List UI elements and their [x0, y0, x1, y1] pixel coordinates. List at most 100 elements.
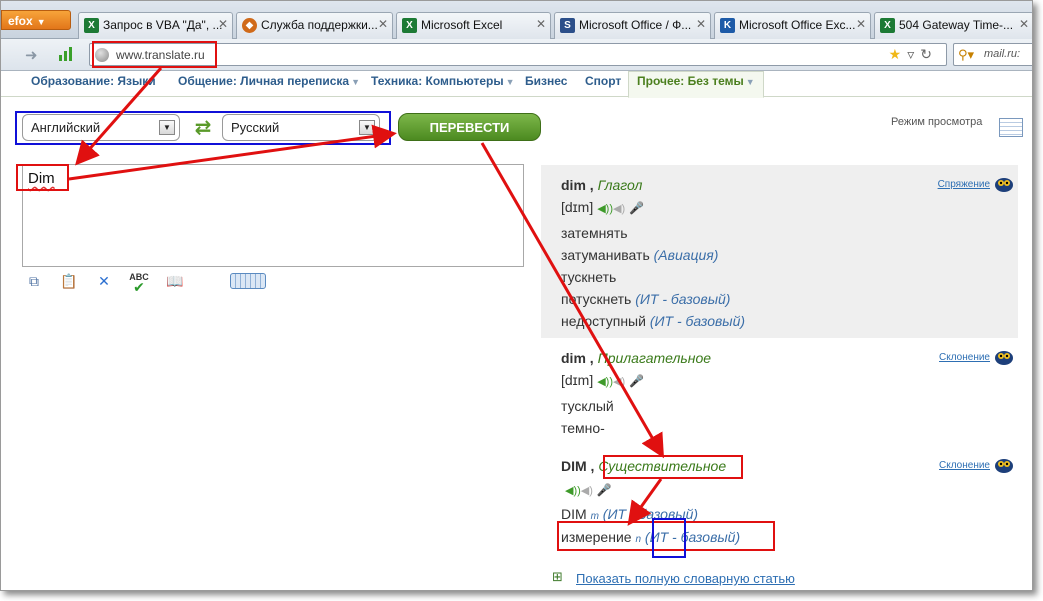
firefox-menu-label: efox — [8, 14, 33, 28]
topic-label: Общение: Личная переписка — [178, 74, 350, 88]
search-placeholder: mail.ru: — [984, 48, 1021, 60]
view-mode-icon[interactable] — [999, 118, 1023, 137]
translation-item: потускнеть (ИТ - базовый) — [561, 291, 730, 307]
annotation-box-languages — [15, 111, 391, 145]
translation-item: недоступный (ИТ - базовый) — [561, 313, 745, 329]
translation-item: тускнеть — [561, 269, 616, 285]
annotation-box-part-of-speech — [603, 455, 743, 479]
tab-bar: efox ▼ X Запрос в VBA "Да", ... ✕ ◆ Служб… — [1, 1, 1032, 39]
entry-part-of-speech: Глагол — [597, 177, 643, 193]
topic-other[interactable]: Прочее: Без темы ▼ — [628, 71, 764, 98]
speaker-icon[interactable]: ◀)) — [597, 202, 613, 215]
topic-label: Бизнес — [525, 74, 568, 88]
reload-icon[interactable]: ↻ — [920, 46, 938, 62]
browser-window: efox ▼ X Запрос в VBA "Да", ... ✕ ◆ Служб… — [0, 0, 1033, 591]
sql-icon: S — [560, 18, 575, 33]
firefox-menu-button[interactable]: efox ▼ — [1, 10, 71, 30]
translation-text: тускнеть — [561, 269, 617, 285]
view-mode-label: Режим просмотра — [891, 116, 983, 128]
annotation-box-source-word — [16, 164, 69, 191]
topic-technology[interactable]: Техника: Компьютеры ▼ — [371, 74, 515, 88]
topic-sport[interactable]: Спорт — [585, 74, 621, 88]
spellcheck-icon[interactable]: ABC ✔ — [127, 272, 151, 294]
tab-6[interactable]: X 504 Gateway Time-... ✕ — [874, 12, 1032, 39]
speaker-icon[interactable]: ◀)) — [597, 375, 613, 388]
close-icon[interactable]: ✕ — [218, 17, 228, 31]
tab-title: Microsoft Office Exc... — [739, 18, 856, 32]
translation-item: затуманивать (Авиация) — [561, 247, 718, 263]
chevron-down-icon: ▼ — [745, 77, 755, 87]
entry-heading: dim , Глагол — [561, 177, 643, 193]
microphone-icon[interactable]: 🎤 — [629, 201, 644, 215]
address-bar[interactable]: www.translate.ru ★▿↻ — [89, 43, 947, 66]
entry-word: DIM — [561, 458, 587, 474]
annotation-box-url — [92, 41, 217, 68]
source-text-input[interactable]: Dim — [22, 164, 524, 267]
tab-5[interactable]: K Microsoft Office Exc... ✕ — [714, 12, 871, 39]
result-entry-adjective: dim , Прилагательное Склонение [dɪm] ◀))◀… — [541, 338, 1018, 446]
microphone-icon[interactable]: 🎤 — [597, 483, 612, 497]
declension-link[interactable]: Склонение — [939, 460, 990, 471]
conjugation-link[interactable]: Спряжение — [938, 179, 990, 190]
microphone-icon[interactable]: 🎤 — [629, 374, 644, 388]
speaker-muted-icon[interactable]: ◀) — [613, 375, 625, 388]
address-bar-tools: ★▿↻ — [889, 46, 938, 63]
translation-text: недоступный — [561, 313, 646, 329]
dropdown-icon[interactable]: ▿ — [907, 46, 920, 62]
search-input[interactable]: ⚲▾ mail.ru: — [953, 43, 1032, 66]
tab-title: Microsoft Office / Ф... — [579, 18, 692, 32]
speaker-muted-icon[interactable]: ◀) — [581, 484, 593, 497]
chevron-down-icon: ▼ — [351, 77, 361, 87]
tab-2[interactable]: ◆ Служба поддержки... ✕ — [236, 12, 393, 39]
owl-icon — [994, 175, 1014, 192]
translation-item: затемнять — [561, 225, 628, 241]
entry-transcription: [dɪm] ◀))◀) 🎤 — [561, 199, 644, 215]
close-icon[interactable]: ✕ — [696, 17, 706, 31]
topic-label: Прочее: Без темы — [637, 74, 744, 88]
entry-heading: dim , Прилагательное — [561, 350, 712, 366]
close-icon[interactable]: ✕ — [1019, 17, 1029, 31]
tab-title: Запрос в VBA "Да", ... — [103, 18, 223, 32]
clear-icon[interactable]: ✕ — [95, 272, 113, 290]
tab-4[interactable]: S Microsoft Office / Ф... ✕ — [554, 12, 711, 39]
close-icon[interactable]: ✕ — [378, 17, 388, 31]
translate-button[interactable]: ПЕРЕВЕСТИ — [398, 113, 541, 141]
annotation-box-domain — [652, 518, 686, 558]
tab-title: Служба поддержки... — [261, 18, 378, 32]
site-k-icon: K — [720, 18, 735, 33]
tab-3[interactable]: X Microsoft Excel ✕ — [396, 12, 551, 39]
excel-icon: X — [402, 18, 417, 33]
owl-icon — [994, 456, 1014, 473]
declension-link[interactable]: Склонение — [939, 352, 990, 363]
paste-icon[interactable]: 📋 — [60, 272, 78, 290]
close-icon[interactable]: ✕ — [856, 17, 866, 31]
topic-business[interactable]: Бизнес — [525, 74, 567, 88]
tab-title: Microsoft Excel — [421, 18, 503, 32]
transcription-text: [dɪm] — [561, 372, 594, 388]
translation-item: тусклый — [561, 398, 614, 414]
result-entry-verb: dim , Глагол Спряжение [dɪm] ◀))◀) 🎤 затем… — [541, 165, 1018, 338]
close-icon[interactable]: ✕ — [536, 17, 546, 31]
translation-note: (ИТ - базовый) — [649, 313, 746, 329]
copy-icon[interactable]: ⧉ — [25, 272, 43, 290]
translation-text: затемнять — [561, 225, 628, 241]
dictionary-icon[interactable]: 📖 — [163, 272, 187, 290]
topic-menu: Образование: Языки Общение: Личная переп… — [1, 71, 1032, 98]
book-plus-icon: ⊞ — [552, 569, 563, 584]
speaker-icon[interactable]: ◀)) — [565, 484, 581, 497]
search-icon: ⚲▾ — [958, 47, 975, 62]
topic-label: Техника: Компьютеры — [371, 74, 504, 88]
screenshot-root: efox ▼ X Запрос в VBA "Да", ... ✕ ◆ Служб… — [0, 0, 1043, 601]
bookmark-star-icon[interactable]: ★ — [889, 46, 908, 62]
translation-note: (Авиация) — [653, 247, 719, 263]
virtual-keyboard-icon[interactable] — [230, 273, 266, 289]
forward-arrow-icon[interactable]: ➜ — [25, 46, 38, 64]
speaker-muted-icon[interactable]: ◀) — [613, 202, 625, 215]
translation-text: DIM — [561, 506, 587, 522]
topic-communication[interactable]: Общение: Личная переписка ▼ — [178, 74, 360, 88]
signal-bars-icon — [58, 46, 74, 61]
full-article-link[interactable]: Показать полную словарную статью — [576, 571, 795, 586]
topic-education[interactable]: Образование: Языки — [31, 74, 156, 88]
chevron-down-icon: ▼ — [505, 77, 515, 87]
tab-1[interactable]: X Запрос в VBA "Да", ... ✕ — [78, 12, 233, 39]
